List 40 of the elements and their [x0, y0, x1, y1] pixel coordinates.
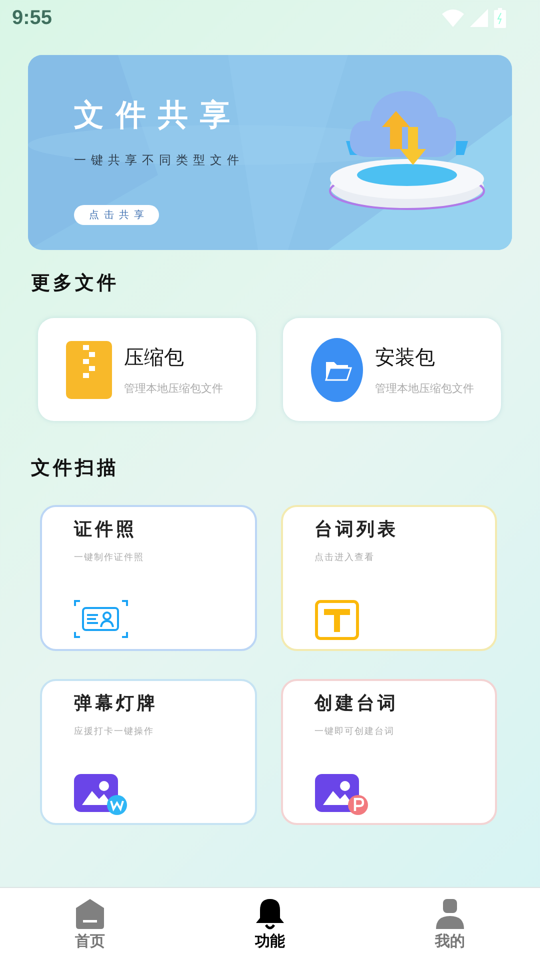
wifi-icon [442, 9, 464, 27]
card-title: 安装包 [375, 344, 436, 370]
feature-card[interactable]: 台词列表 点击进入查看 [280, 505, 497, 651]
nav-tab[interactable]: 我的 [360, 888, 540, 960]
bell-icon [254, 898, 286, 930]
id-card-scan-icon [74, 600, 128, 638]
file-category-card[interactable]: 安装包 管理本地压缩包文件 [283, 318, 501, 421]
home-icon [74, 898, 106, 930]
zip-file-icon [66, 340, 112, 398]
text-icon [314, 600, 358, 640]
folder-icon [311, 338, 363, 402]
nav-tab[interactable]: 首页 [0, 888, 180, 960]
status-time: 9:55 [12, 6, 52, 30]
share-button[interactable]: 点击共享 [74, 205, 159, 225]
banner-title: 文件共享 [74, 97, 242, 135]
feature-card[interactable]: 弹幕灯牌 应援打卡一键操作 [40, 679, 256, 825]
card-subtitle: 点击进入查看 [314, 552, 374, 564]
card-subtitle: 管理本地压缩包文件 [124, 380, 223, 396]
feature-card[interactable]: 创建台词 一键即可创建台词 [280, 679, 497, 825]
card-subtitle: 一键即可创建台词 [314, 726, 394, 738]
card-title: 弹幕灯牌 [74, 692, 158, 715]
card-subtitle: 管理本地压缩包文件 [375, 380, 474, 396]
image-icon [314, 774, 368, 816]
battery-icon [494, 8, 506, 28]
section-title: 更多文件 [31, 271, 120, 296]
banner[interactable]: 文件共享 一键共享不同类型文件 点击共享 [28, 55, 512, 250]
signal-icon [470, 9, 488, 27]
card-title: 台词列表 [314, 518, 398, 541]
image-icon [74, 774, 128, 816]
card-subtitle: 应援打卡一键操作 [74, 726, 154, 738]
card-title: 创建台词 [314, 692, 398, 715]
card-subtitle: 一键制作证件照 [74, 552, 144, 564]
nav-tab[interactable]: 功能 [180, 888, 360, 960]
card-title: 证件照 [74, 518, 137, 541]
card-title: 压缩包 [124, 344, 185, 370]
banner-subtitle: 一键共享不同类型文件 [74, 152, 244, 169]
person-icon [434, 898, 466, 930]
file-category-card[interactable]: 压缩包 管理本地压缩包文件 [38, 318, 256, 421]
section-title: 文件扫描 [31, 456, 120, 481]
feature-card[interactable]: 证件照 一键制作证件照 [40, 505, 256, 651]
